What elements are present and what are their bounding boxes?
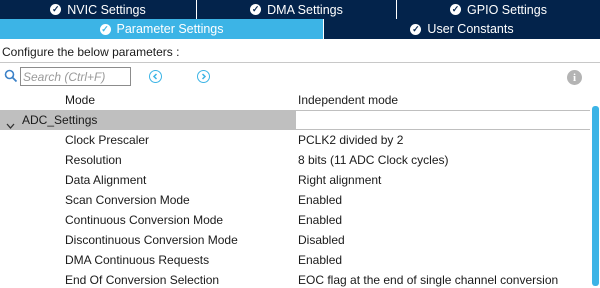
tab-bar-top: ✓ NVIC Settings ✓ DMA Settings ✓ GPIO Se… [0,0,600,19]
parameter-name: Data Alignment [65,173,147,187]
configure-instruction: Configure the below parameters : [2,45,180,59]
parameter-name: End Of Conversion Selection [65,273,220,287]
parameter-row[interactable]: Resolution 8 bits (11 ADC Clock cycles) [0,150,590,170]
info-icon[interactable]: i [567,70,582,85]
parameter-row-mode[interactable]: Mode Independent mode [0,90,590,110]
parameter-row[interactable]: DMA Continuous Requests Enabled [0,250,590,270]
tab-label: User Constants [427,22,514,36]
group-label: ADC_Settings [22,113,98,127]
divider [0,62,600,63]
search-next-button[interactable] [197,70,210,83]
parameter-row[interactable]: Data Alignment Right alignment [0,170,590,190]
parameter-value[interactable]: Enabled [298,250,342,270]
parameter-value[interactable]: Independent mode [298,90,398,110]
tab-user-constants[interactable]: ✓ User Constants [324,19,600,39]
search-icon[interactable] [4,69,18,83]
parameter-name: Continuous Conversion Mode [65,213,224,227]
parameter-value[interactable]: Enabled [298,190,342,210]
check-circle-icon: ✓ [250,4,262,15]
tab-label: DMA Settings [267,2,343,17]
check-circle-icon: ✓ [99,23,111,35]
group-value-cell [296,111,590,129]
parameter-name: Mode [65,93,96,107]
parameter-grid: Mode Independent mode ADC_Settings Clock… [0,90,590,288]
parameter-value[interactable]: 8 bits (11 ADC Clock cycles) [298,150,449,170]
parameter-row[interactable]: Continuous Conversion Mode Enabled [0,210,590,230]
tab-dma-settings[interactable]: ✓ DMA Settings [197,0,397,19]
tab-label: NVIC Settings [67,2,146,17]
parameter-name: DMA Continuous Requests [65,253,210,267]
parameter-name: Scan Conversion Mode [65,193,190,207]
parameter-value[interactable]: Right alignment [298,170,381,190]
tab-bar-bottom: ✓ Parameter Settings ✓ User Constants [0,19,600,39]
tab-parameter-settings[interactable]: ✓ Parameter Settings [0,19,324,39]
search-previous-button[interactable] [149,70,162,83]
tab-gpio-settings[interactable]: ✓ GPIO Settings [397,0,600,19]
check-circle-icon: ✓ [50,4,62,15]
parameter-row[interactable]: Scan Conversion Mode Enabled [0,190,590,210]
tab-nvic-settings[interactable]: ✓ NVIC Settings [0,0,197,19]
scrollbar-thumb[interactable] [592,106,599,286]
parameter-row[interactable]: Clock Prescaler PCLK2 divided by 2 [0,130,590,150]
parameter-value[interactable]: PCLK2 divided by 2 [298,130,403,150]
tab-label: Parameter Settings [116,22,224,36]
parameter-value[interactable]: Enabled [298,210,342,230]
search-input[interactable] [20,67,131,86]
parameter-name: Resolution [65,153,122,167]
parameter-row[interactable]: End Of Conversion Selection EOC flag at … [0,270,590,288]
parameter-value[interactable]: EOC flag at the end of single channel co… [298,270,558,288]
tab-label: GPIO Settings [467,2,547,17]
parameter-row[interactable]: Discontinuous Conversion Mode Disabled [0,230,590,250]
group-row-adc-settings[interactable]: ADC_Settings [0,110,590,130]
parameter-value[interactable]: Disabled [298,230,345,250]
parameter-name: Clock Prescaler [65,133,150,147]
check-circle-icon: ✓ [450,4,462,15]
vertical-scrollbar[interactable] [590,90,600,288]
check-circle-icon: ✓ [410,23,422,35]
parameter-name: Discontinuous Conversion Mode [65,233,238,247]
